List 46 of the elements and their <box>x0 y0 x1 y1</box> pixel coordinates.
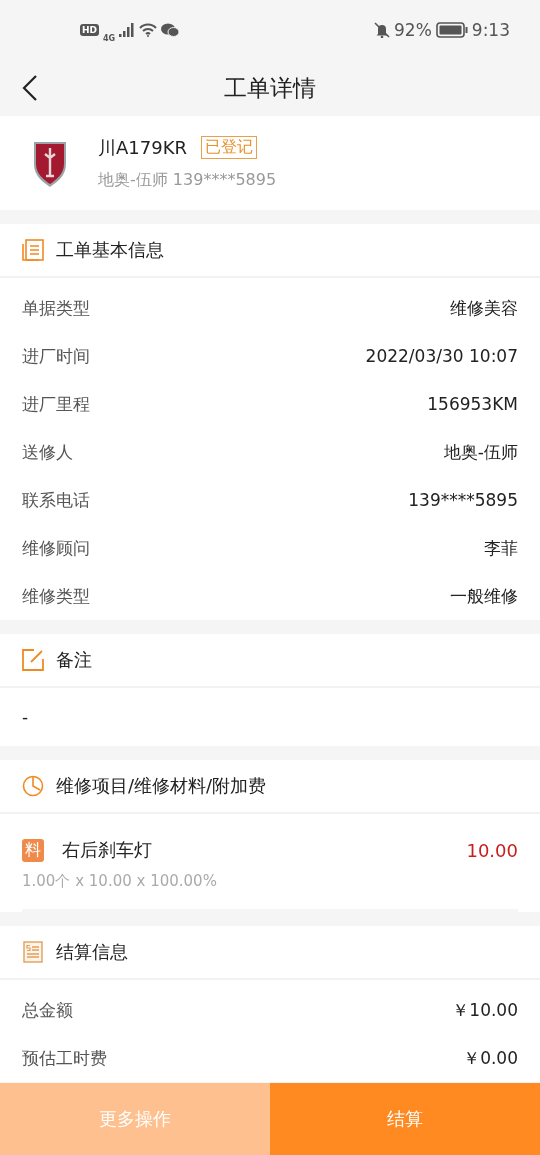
edit-icon <box>22 649 44 671</box>
field-value: 2022/03/30 10:07 <box>365 346 518 366</box>
section-title: 维修项目/维修材料/附加费 <box>56 774 267 798</box>
wifi-icon <box>139 23 158 37</box>
battery-icon <box>435 22 468 38</box>
field-label: 进厂时间 <box>22 344 90 368</box>
field-label: 维修顾问 <box>22 536 90 560</box>
field-value: 一般维修 <box>450 584 518 608</box>
section-title: 备注 <box>56 648 92 672</box>
hd-badge: HD <box>80 24 99 36</box>
field-label: 预估工时费 <box>22 1046 107 1070</box>
field-value: 139****5895 <box>408 490 518 510</box>
field-value: 156953KM <box>427 394 518 414</box>
action-button[interactable]: 更多操作 <box>0 1083 270 1155</box>
item-detail: 1.00个 x 10.00 x 100.00% <box>22 872 218 891</box>
section-title: 结算信息 <box>56 940 128 964</box>
field-label: 单据类型 <box>22 296 90 320</box>
chat-icon <box>161 23 180 37</box>
material-tag: 料 <box>22 838 44 862</box>
field-value: 维修美容 <box>450 296 518 320</box>
license-plate: 川A179KR <box>98 135 187 160</box>
field-label: 联系电话 <box>22 488 90 512</box>
field-label: 进厂里程 <box>22 392 90 416</box>
signal-icon <box>119 23 136 37</box>
field-value: ￥10.00 <box>452 998 518 1022</box>
section-title: 工单基本信息 <box>56 238 164 262</box>
pie-chart-icon <box>22 775 44 797</box>
item-price: 10.00 <box>466 839 518 861</box>
owner-contact: 地奥-伍师 139****5895 <box>98 169 277 191</box>
mute-bell-icon <box>374 22 390 38</box>
field-label: 送修人 <box>22 440 73 464</box>
status-tag: 已登记 <box>201 136 257 159</box>
remark-text: - <box>22 707 29 727</box>
field-value: 地奥-伍师 <box>443 440 518 464</box>
document-list-icon <box>22 239 44 261</box>
bill-icon <box>22 941 44 963</box>
field-label: 维修类型 <box>22 584 90 608</box>
page-title: 工单详情 <box>224 73 316 103</box>
action-button[interactable]: 结算 <box>270 1083 540 1155</box>
network-label: 4G <box>103 33 116 43</box>
field-label: 总金额 <box>22 998 73 1022</box>
clock-time: 9:13 <box>471 20 510 40</box>
field-value: 李菲 <box>484 536 518 560</box>
item-name: 右后刹车灯 <box>62 838 153 862</box>
field-value: ￥0.00 <box>463 1046 518 1070</box>
battery-percent: 92% <box>394 20 432 40</box>
